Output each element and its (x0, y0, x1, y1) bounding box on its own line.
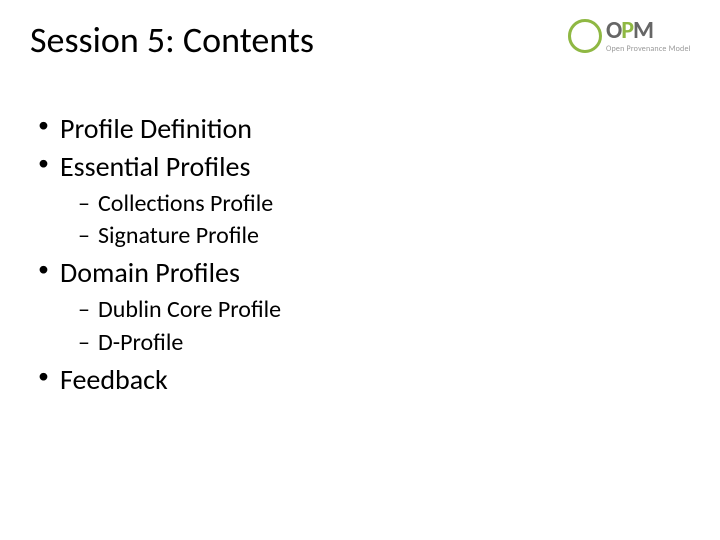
slide: Session 5: Contents Profile Definition E… (0, 0, 720, 417)
list-item: Feedback (38, 361, 690, 399)
list-item: Domain Profiles Dublin Core Profile D-Pr… (38, 254, 690, 359)
sub-list: Dublin Core Profile D-Profile (60, 294, 690, 359)
list-item: Profile Definition (38, 110, 690, 148)
sub-list-item: Signature Profile (78, 220, 690, 252)
sub-list-item: Dublin Core Profile (78, 294, 690, 326)
bullet-list: Profile Definition Essential Profiles Co… (30, 110, 690, 399)
list-item: Essential Profiles Collections Profile S… (38, 148, 690, 253)
opm-logo-subtext: Open Provenance Model (606, 45, 691, 53)
opm-logo-mark (568, 19, 602, 53)
opm-logo: OPM Open Provenance Model (568, 14, 698, 58)
sub-list: Collections Profile Signature Profile (60, 188, 690, 253)
opm-logo-text: OPM Open Provenance Model (606, 19, 691, 53)
list-item-label: Feedback (60, 362, 168, 397)
opm-logo-letters: OPM (606, 19, 691, 43)
list-item-label: Essential Profiles (60, 149, 250, 184)
sub-list-item: D-Profile (78, 327, 690, 359)
sub-list-item: Collections Profile (78, 188, 690, 220)
list-item-label: Profile Definition (60, 111, 252, 146)
list-item-label: Domain Profiles (60, 255, 240, 290)
